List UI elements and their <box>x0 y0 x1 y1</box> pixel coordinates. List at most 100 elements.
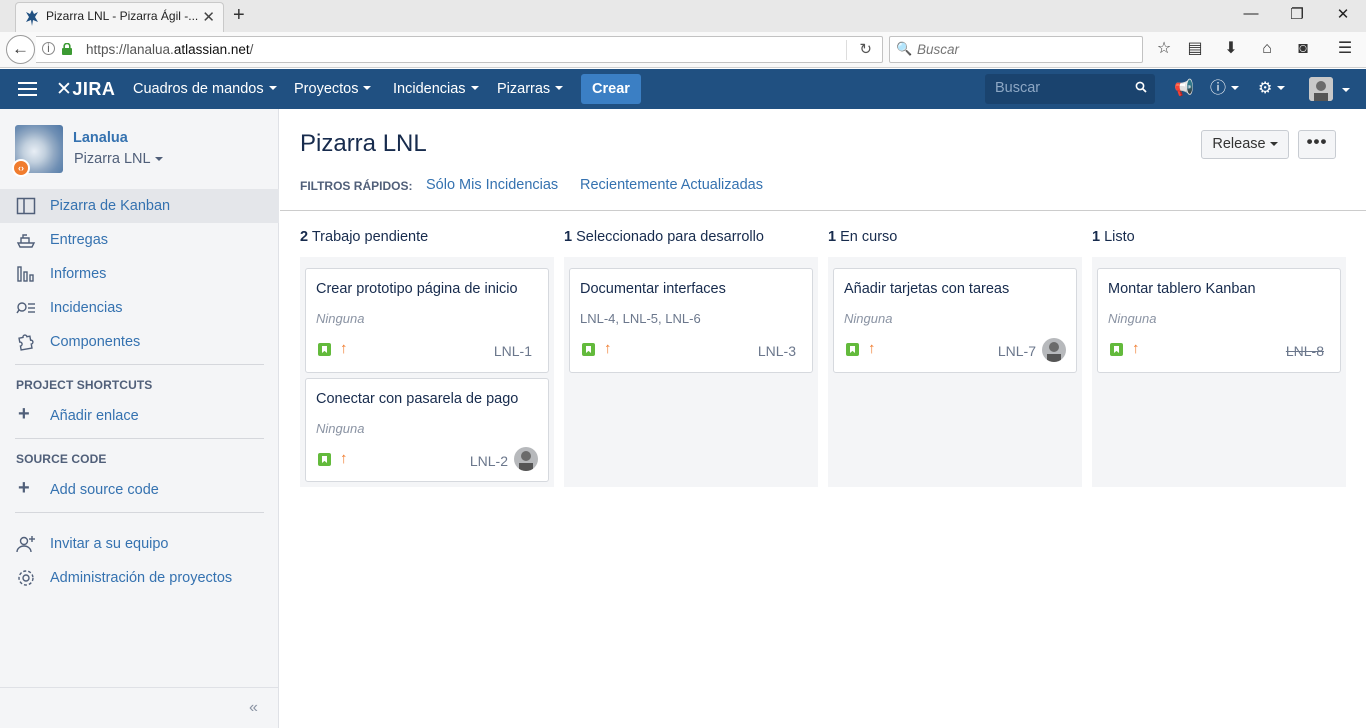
plus-icon: + <box>18 403 30 425</box>
ship-icon <box>16 234 36 248</box>
sidebar-divider <box>15 438 264 439</box>
maximize-icon[interactable]: ❐ <box>1282 5 1312 23</box>
user-menu-chevron-icon[interactable] <box>1342 88 1350 92</box>
card-key[interactable]: LNL-2 <box>470 453 508 469</box>
bookmark-star-icon[interactable]: ☆ <box>1152 40 1176 58</box>
jira-header: ✕JIRA Cuadros de mandos Proyectos Incide… <box>0 69 1366 109</box>
story-icon <box>1110 343 1123 356</box>
minimize-icon[interactable]: — <box>1236 5 1266 22</box>
story-icon <box>846 343 859 356</box>
browser-search-bar[interactable]: 🔍 <box>889 36 1143 63</box>
project-sidebar: ‹› Lanalua Pizarra LNL Pizarra de Kanban… <box>0 109 279 728</box>
browser-tab-bar: Pizarra LNL - Pizarra Ágil -... ✕ + — ❐ … <box>0 0 1366 32</box>
jira-search-input[interactable] <box>995 80 1125 96</box>
card-summary: Crear prototipo página de inicio <box>316 281 518 297</box>
project-admin-button[interactable]: Administración de proyectos <box>0 561 279 595</box>
browser-tab[interactable]: Pizarra LNL - Pizarra Ágil -... ✕ <box>15 2 224 32</box>
sidebar-item-issues[interactable]: Incidencias <box>0 291 279 325</box>
column-header-backlog: 2 Trabajo pendiente <box>300 229 429 245</box>
user-avatar[interactable] <box>1309 77 1333 101</box>
sidebar-item-releases[interactable]: Entregas <box>0 223 279 257</box>
sidebar-item-components[interactable]: Componentes <box>0 325 279 359</box>
more-actions-button[interactable]: ••• <box>1298 130 1336 159</box>
assignee-avatar[interactable] <box>1042 338 1066 362</box>
add-link-button[interactable]: + Añadir enlace <box>0 399 279 433</box>
nav-dashboards[interactable]: Cuadros de mandos <box>133 81 277 97</box>
search-engine-icon: 🔍 <box>896 41 913 56</box>
card-summary: Añadir tarjetas con tareas <box>844 281 1010 297</box>
browser-search-input[interactable] <box>917 42 1137 57</box>
issue-card[interactable]: Conectar con pasarela de pago Ninguna ↑ … <box>305 378 549 482</box>
card-epic: Ninguna <box>844 311 893 326</box>
add-user-icon <box>16 536 35 553</box>
sidebar-footer-divider <box>0 687 279 688</box>
quick-filter-my-issues[interactable]: Sólo Mis Incidencias <box>426 177 558 193</box>
card-epic: Ninguna <box>316 421 365 436</box>
release-button[interactable]: Release <box>1201 130 1289 159</box>
nav-boards[interactable]: Pizarras <box>497 81 564 97</box>
card-epic: Ninguna <box>1108 311 1157 326</box>
software-project-badge-icon: ‹› <box>12 159 30 177</box>
window-close-icon[interactable]: ✕ <box>1328 5 1358 23</box>
card-key[interactable]: LNL-7 <box>998 343 1036 359</box>
quick-filter-recently-updated[interactable]: Recientemente Actualizadas <box>580 177 763 193</box>
card-key[interactable]: LNL-3 <box>758 343 796 359</box>
url-separator <box>846 40 847 60</box>
menu-icon[interactable]: ☰ <box>1333 40 1357 58</box>
add-source-code-button[interactable]: + Add source code <box>0 473 279 507</box>
board-icon <box>16 197 36 215</box>
back-arrow-icon[interactable]: ← <box>6 35 35 64</box>
megaphone-icon[interactable]: 📢 <box>1174 80 1194 98</box>
story-icon <box>582 343 595 356</box>
pocket-icon[interactable]: ◙ <box>1291 40 1315 58</box>
issue-card[interactable]: Documentar interfaces LNL-4, LNL-5, LNL-… <box>569 268 813 373</box>
app-switcher-icon[interactable] <box>18 82 37 96</box>
assignee-avatar[interactable] <box>514 447 538 471</box>
board-divider <box>280 210 1366 211</box>
url-bar[interactable]: i https://lanalua.atlassian.net/ ↻ <box>36 36 883 63</box>
components-icon <box>18 334 34 351</box>
issue-card[interactable]: Montar tablero Kanban Ninguna ↑ LNL-8 <box>1097 268 1341 373</box>
reload-icon[interactable]: ↻ <box>859 40 872 58</box>
create-button[interactable]: Crear <box>581 74 641 104</box>
tab-close-icon[interactable]: ✕ <box>202 8 215 26</box>
url-text: https://lanalua.atlassian.net/ <box>86 42 254 57</box>
download-icon[interactable]: ⬇ <box>1219 40 1243 58</box>
column-in-progress: Añadir tarjetas con tareas Ninguna ↑ LNL… <box>828 257 1082 487</box>
priority-high-icon: ↑ <box>604 340 612 357</box>
card-key[interactable]: LNL-1 <box>494 343 532 359</box>
collapse-sidebar-icon[interactable]: « <box>249 699 258 717</box>
story-icon <box>318 343 331 356</box>
issue-card[interactable]: Añadir tarjetas con tareas Ninguna ↑ LNL… <box>833 268 1077 373</box>
plus-icon: + <box>18 477 30 499</box>
page-title: Pizarra LNL <box>300 130 427 157</box>
jira-logo[interactable]: ✕JIRA <box>56 78 115 101</box>
nav-issues[interactable]: Incidencias <box>393 81 479 97</box>
source-code-heading: SOURCE CODE <box>16 452 107 466</box>
column-selected: Documentar interfaces LNL-4, LNL-5, LNL-… <box>564 257 818 487</box>
card-key[interactable]: LNL-8 <box>1286 343 1324 359</box>
card-epic: Ninguna <box>316 311 365 326</box>
sidebar-item-kanban-board[interactable]: Pizarra de Kanban <box>0 189 279 223</box>
nav-projects[interactable]: Proyectos <box>294 81 372 97</box>
sidebar-divider <box>15 512 264 513</box>
info-icon[interactable]: i <box>42 42 55 55</box>
issue-card[interactable]: Crear prototipo página de inicio Ninguna… <box>305 268 549 373</box>
project-name[interactable]: Lanalua <box>73 130 128 146</box>
search-icon[interactable] <box>1135 81 1147 93</box>
column-done: Montar tablero Kanban Ninguna ↑ LNL-8 <box>1092 257 1346 487</box>
invite-team-button[interactable]: Invitar a su equipo <box>0 527 279 561</box>
new-tab-button[interactable]: + <box>233 4 245 26</box>
board-selector[interactable]: Pizarra LNL <box>74 151 163 167</box>
jira-favicon-icon <box>26 10 38 26</box>
reading-list-icon[interactable]: ▤ <box>1183 40 1207 58</box>
sidebar-item-reports[interactable]: Informes <box>0 257 279 291</box>
card-summary: Montar tablero Kanban <box>1108 281 1256 297</box>
help-icon[interactable]: ⓘ <box>1210 80 1240 98</box>
priority-high-icon: ↑ <box>1132 340 1140 357</box>
home-icon[interactable]: ⌂ <box>1255 40 1279 58</box>
settings-gear-icon[interactable]: ⚙ <box>1258 80 1286 98</box>
sidebar-divider <box>15 364 264 365</box>
column-header-done: 1 Listo <box>1092 229 1135 245</box>
issues-icon <box>16 302 35 314</box>
